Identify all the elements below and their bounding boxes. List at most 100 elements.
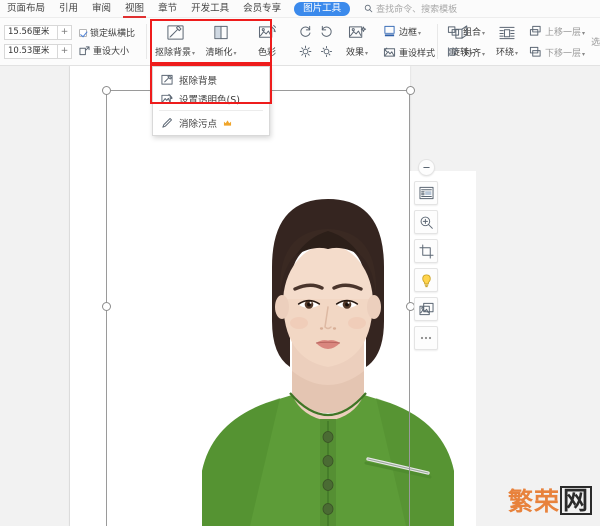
reset-size-button[interactable]: 重设大小 — [79, 44, 135, 57]
search-box[interactable]: 查找命令、搜索模板 — [364, 2, 457, 15]
text-wrap-label: 环绕▾ — [496, 45, 518, 58]
menu-tab-sections[interactable]: 章节 — [151, 0, 184, 18]
resize-handle-top-left[interactable] — [102, 86, 111, 95]
layout-options-icon — [419, 186, 434, 200]
lightbulb-idea-icon — [419, 273, 434, 288]
lock-aspect-ratio-option[interactable]: 锁定纵横比 — [79, 26, 135, 39]
select-button[interactable]: 选 — [588, 33, 600, 51]
dropdown-label-spot-healing: 消除污点 — [179, 116, 217, 130]
remove-background-button[interactable]: 抠除背景▾ — [152, 20, 198, 64]
selection-frame — [106, 90, 410, 526]
group-button[interactable]: 组合▾ — [444, 22, 488, 40]
crop-icon — [419, 244, 434, 259]
border-icon — [383, 25, 396, 37]
bring-forward-button[interactable]: 上移一层▾ — [526, 22, 588, 40]
rotate-brightness-stack — [296, 20, 336, 64]
document-area — [0, 66, 600, 526]
more-options-icon — [419, 335, 433, 341]
set-transparent-color-icon — [161, 93, 173, 105]
send-backward-icon — [529, 46, 542, 58]
menu-tab-view[interactable]: 视图 — [118, 0, 151, 18]
color-picture-icon — [258, 23, 277, 43]
color-button[interactable]: 色彩 — [244, 20, 290, 64]
brightness-icons-row — [296, 43, 336, 60]
lock-aspect-checkbox[interactable] — [79, 29, 87, 37]
bring-forward-label: 上移一层▾ — [545, 25, 585, 38]
smart-suggest-button[interactable] — [414, 268, 438, 292]
dropdown-item-set-transparent-color[interactable]: 设置透明色(S) — [153, 89, 269, 108]
bring-forward-icon — [529, 25, 542, 37]
menu-tab-member-exclusive[interactable]: 会员专享 — [236, 0, 288, 18]
rotate-clockwise-icon[interactable] — [296, 23, 315, 40]
picture-effects-icon — [348, 23, 367, 43]
search-icon — [364, 4, 373, 13]
menu-tab-developer-tools[interactable]: 开发工具 — [184, 0, 236, 18]
menu-bar: 页面布局 引用 审阅 视图 章节 开发工具 会员专享 图片工具 查找命令、搜索模… — [0, 0, 600, 18]
watermark-text-primary: 繁荣 — [508, 482, 560, 518]
reset-style-icon — [383, 46, 396, 58]
dropdown-item-spot-healing[interactable]: 消除污点 — [153, 113, 269, 132]
menu-tab-picture-tools[interactable]: 图片工具 — [294, 2, 350, 16]
copy-style-button[interactable] — [414, 297, 438, 321]
text-wrap-button[interactable]: 环绕▾ — [488, 20, 526, 64]
dropdown-item-remove-background[interactable]: 抠除背景 — [153, 70, 269, 89]
height-row: 15.56厘米 + — [4, 24, 72, 40]
more-button[interactable] — [414, 326, 438, 350]
group-objects-icon — [447, 25, 460, 37]
sharpen-icon — [212, 23, 230, 43]
size-fields: 15.56厘米 + 10.53厘米 + — [0, 24, 72, 59]
sharpen-label: 清晰化▾ — [205, 45, 236, 58]
ribbon-group-size: 15.56厘米 + 10.53厘米 + 锁定纵横比 重设大小 — [0, 18, 135, 65]
resize-handle-middle-left[interactable] — [102, 302, 111, 311]
brightness-decrease-icon[interactable] — [317, 43, 336, 60]
group-align-stack: 组合▾ 对齐▾ — [444, 20, 488, 64]
width-stepper[interactable]: + — [58, 44, 72, 59]
resize-handle-top-right[interactable] — [406, 86, 415, 95]
color-label: 色彩 — [258, 45, 276, 58]
wps-writer-window: 页面布局 引用 审阅 视图 章节 开发工具 会员专享 图片工具 查找命令、搜索模… — [0, 0, 600, 526]
width-input[interactable]: 10.53厘米 — [4, 44, 58, 59]
reset-style-button[interactable]: 重设样式 — [380, 43, 438, 61]
reset-style-label: 重设样式 — [399, 46, 435, 59]
left-gutter — [0, 66, 70, 526]
align-button[interactable]: 对齐▾ — [444, 43, 488, 61]
effects-label: 效果▾ — [346, 45, 368, 58]
select-label: 选 — [591, 35, 600, 48]
ribbon-toolbar: 15.56厘米 + 10.53厘米 + 锁定纵横比 重设大小 — [0, 18, 600, 66]
remove-background-dropdown: 抠除背景 设置透明色(S) 消除污点 — [152, 66, 270, 136]
rotate-counterclockwise-icon[interactable] — [317, 23, 336, 40]
ribbon-group-arrange: 组合▾ 对齐▾ 环绕▾ — [444, 18, 600, 65]
watermark-text-boxed: 网 — [560, 486, 592, 515]
effects-button[interactable]: 效果▾ — [336, 20, 378, 64]
ribbon-separator-2 — [437, 24, 438, 59]
send-backward-label: 下移一层▾ — [545, 46, 585, 59]
layout-options-button[interactable] — [414, 181, 438, 205]
collapse-minus-icon — [422, 163, 431, 172]
zoom-in-icon — [419, 215, 434, 230]
search-placeholder-text: 查找命令、搜索模板 — [376, 2, 457, 15]
sharpen-button[interactable]: 清晰化▾ — [198, 20, 244, 64]
dropdown-separator — [159, 110, 263, 111]
crop-button[interactable] — [414, 239, 438, 263]
menu-tab-page-layout[interactable]: 页面布局 — [0, 0, 52, 18]
collapse-button[interactable] — [418, 159, 435, 176]
spot-healing-icon — [161, 117, 173, 129]
reset-size-icon — [79, 46, 90, 56]
lock-aspect-label: 锁定纵横比 — [90, 26, 135, 39]
menu-tab-references[interactable]: 引用 — [52, 0, 85, 18]
height-stepper[interactable]: + — [58, 25, 72, 40]
height-input[interactable]: 15.56厘米 — [4, 25, 58, 40]
border-style-stack: 边框▾ 重设样式 — [380, 20, 438, 64]
zoom-button[interactable] — [414, 210, 438, 234]
brightness-increase-icon[interactable] — [296, 43, 315, 60]
copy-layout-icon — [419, 302, 434, 316]
vip-crown-icon — [223, 119, 232, 127]
send-backward-button[interactable]: 下移一层▾ — [526, 43, 588, 61]
text-wrap-icon — [498, 23, 516, 43]
border-label: 边框▾ — [399, 25, 421, 38]
border-button[interactable]: 边框▾ — [380, 22, 438, 40]
width-row: 10.53厘米 + — [4, 43, 72, 59]
dropdown-label-remove-background: 抠除背景 — [179, 73, 217, 87]
floating-image-toolbar — [413, 159, 439, 350]
menu-tab-review[interactable]: 审阅 — [85, 0, 118, 18]
